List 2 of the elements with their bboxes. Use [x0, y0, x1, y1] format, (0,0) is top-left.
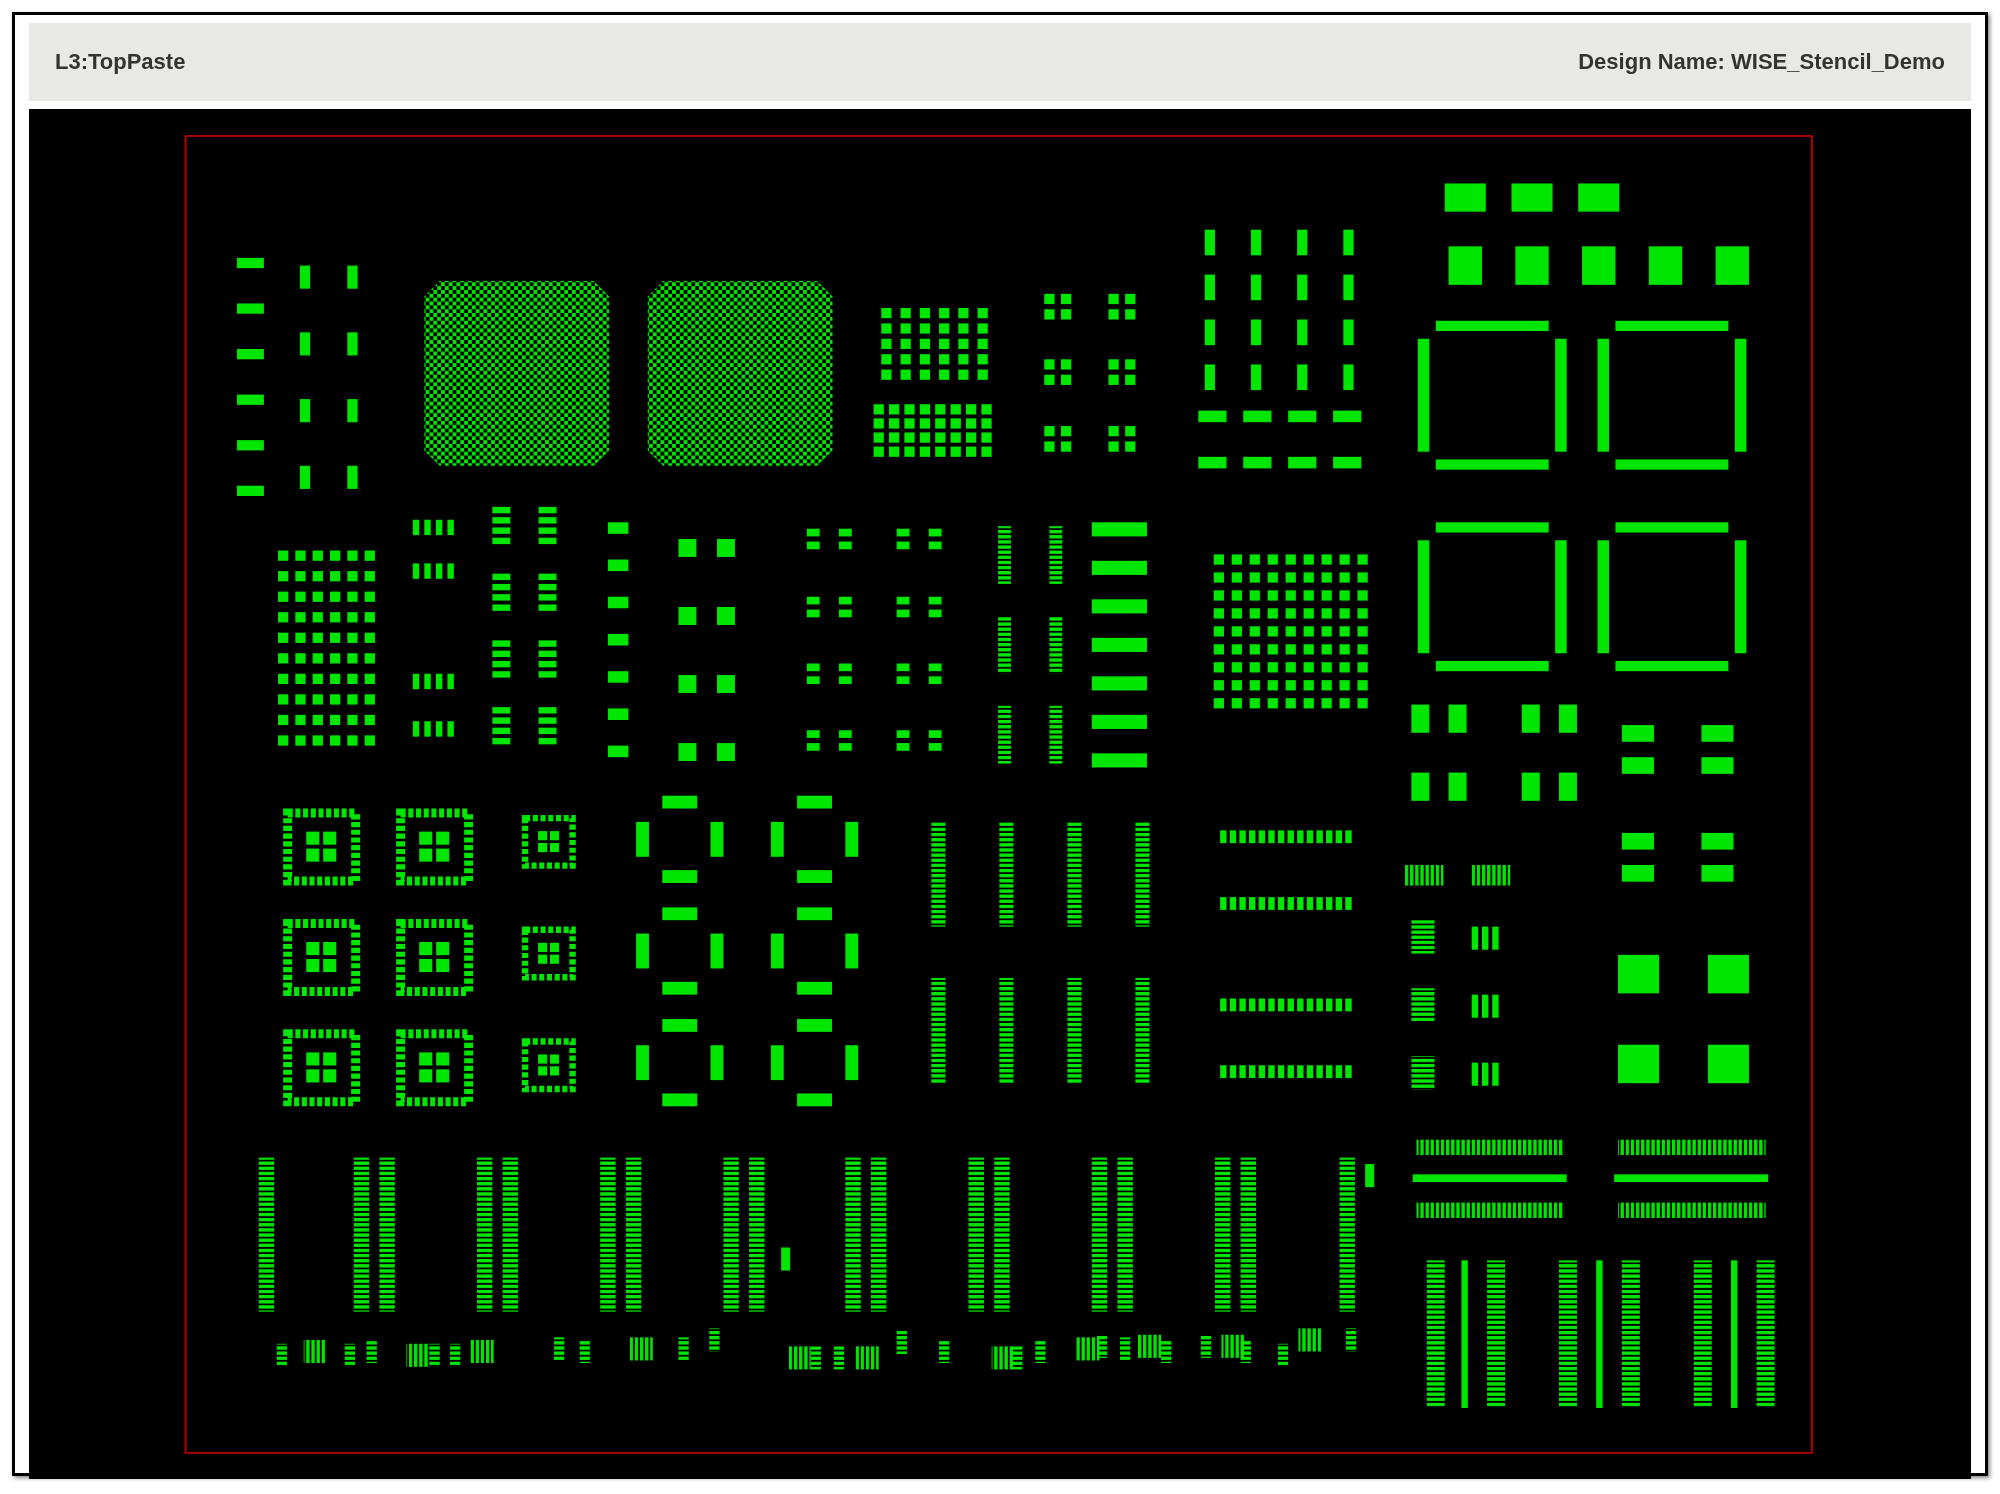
design-name: Design Name: WISE_Stencil_Demo	[1578, 49, 1945, 75]
layer-name: L3:TopPaste	[55, 49, 186, 75]
